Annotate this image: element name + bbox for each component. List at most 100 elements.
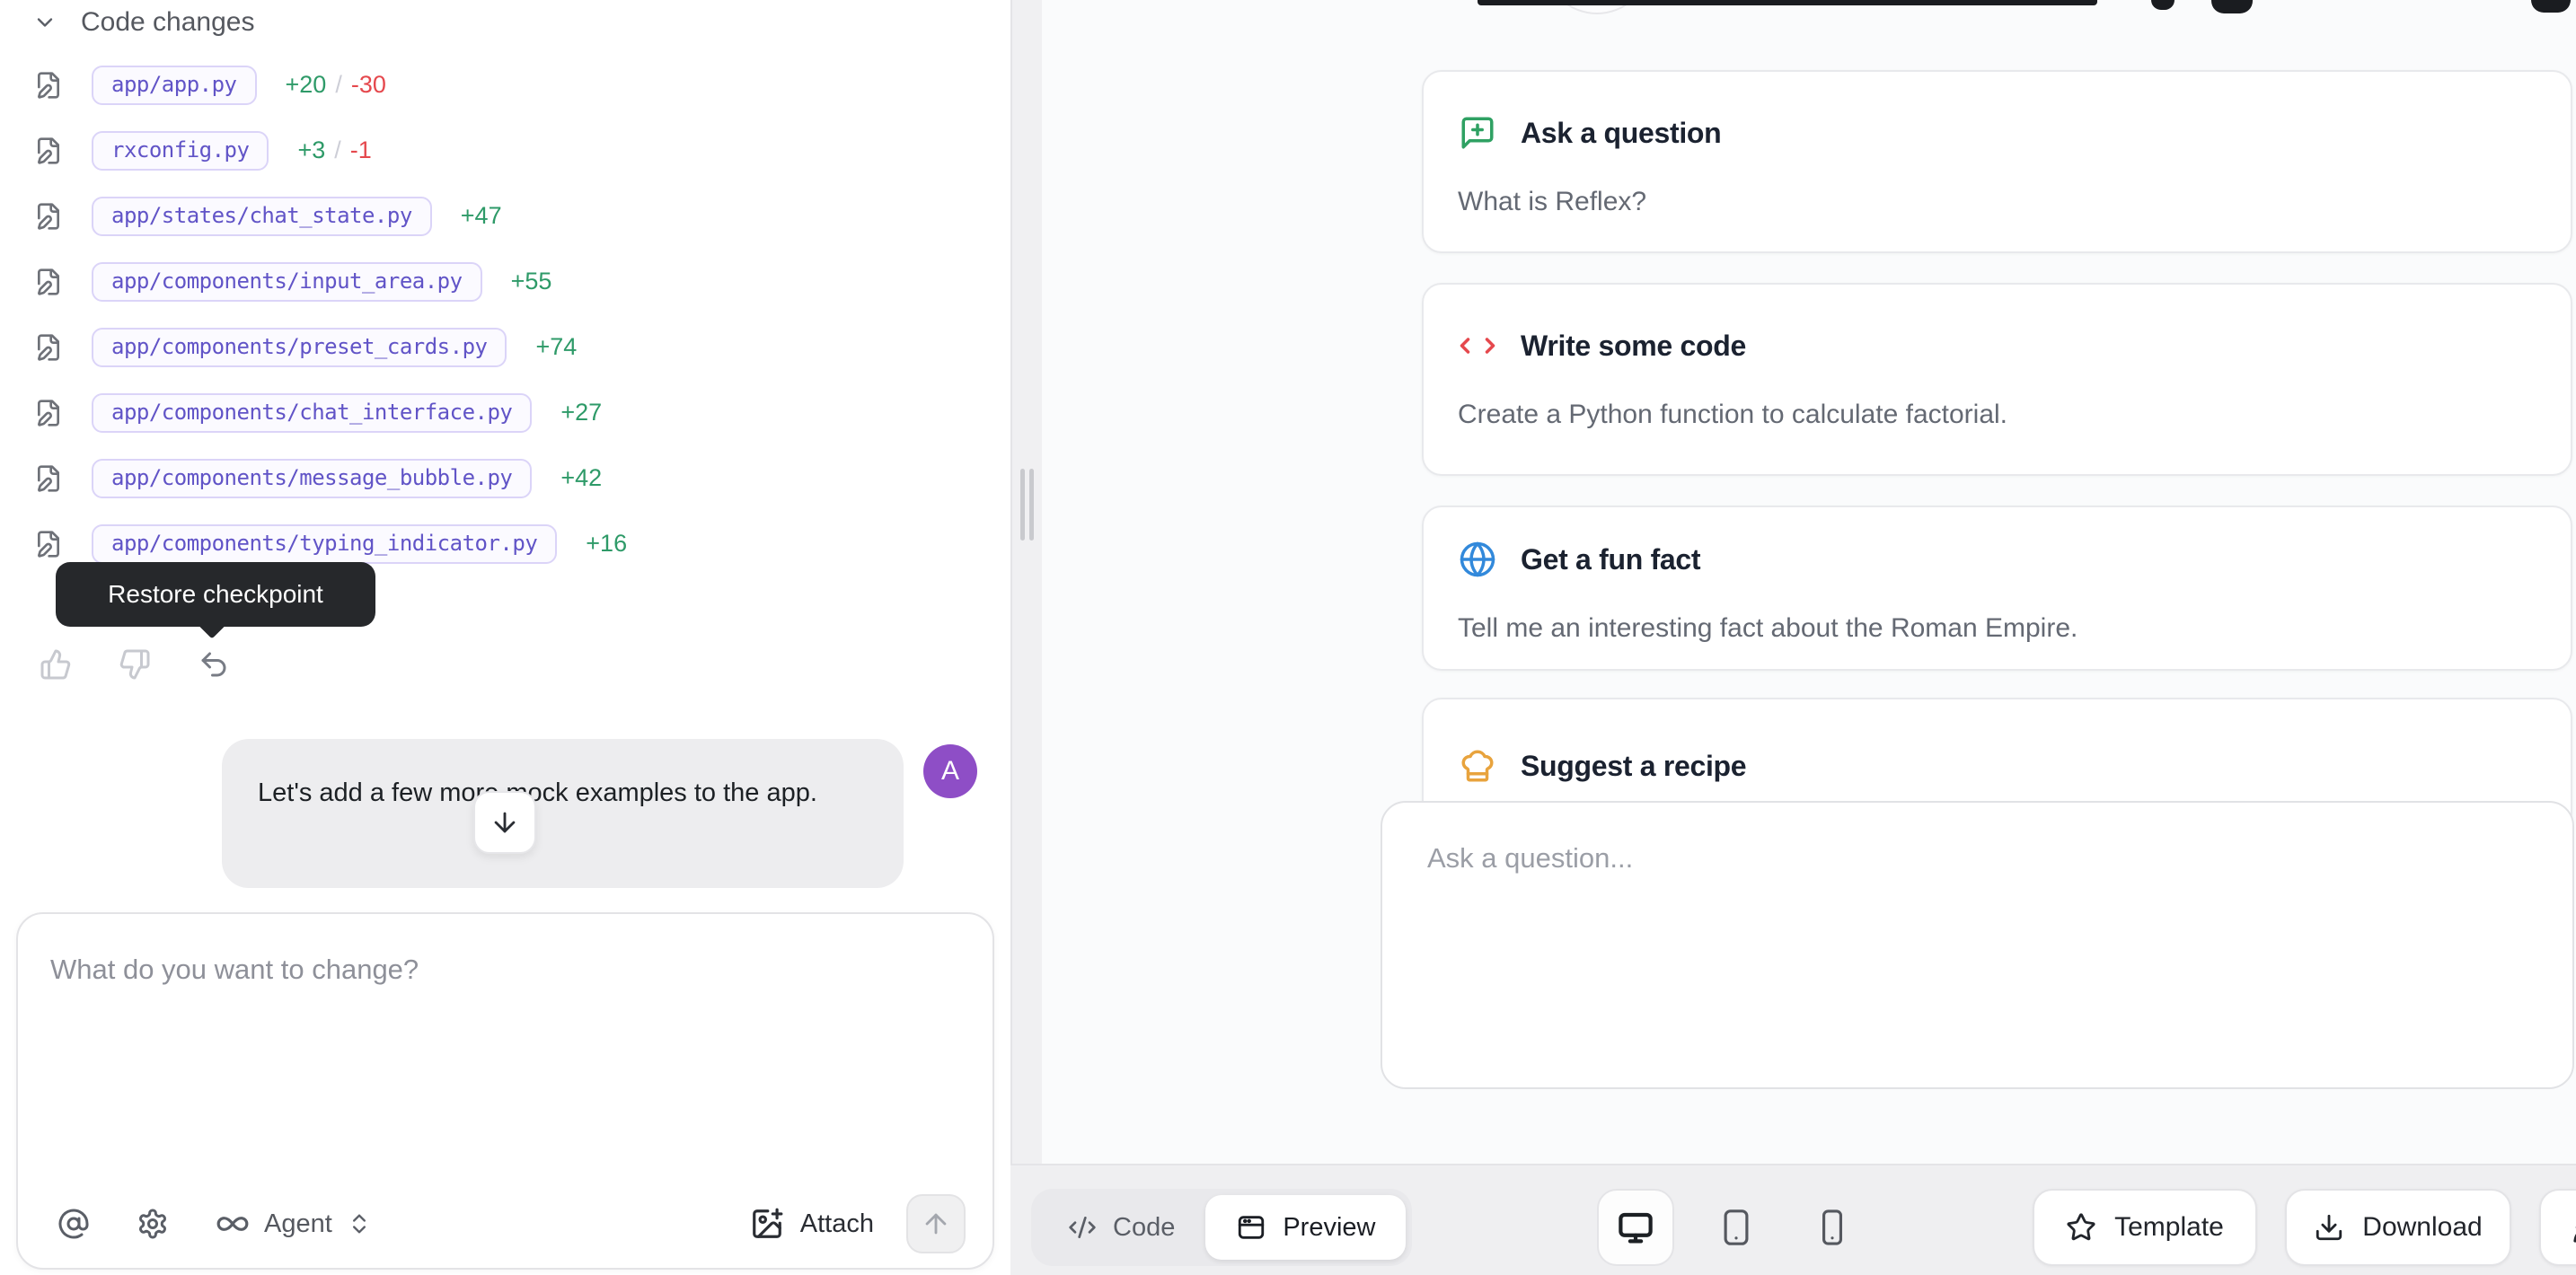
code-icon (1458, 326, 1497, 365)
send-button[interactable] (906, 1194, 966, 1253)
clipped-heading-remnant (1478, 0, 2097, 5)
file-chip-label[interactable]: app/app.py (92, 66, 257, 105)
diff-added: +27 (560, 399, 602, 426)
diff-stats: +74 (535, 333, 577, 361)
chevron-down-icon (32, 10, 57, 35)
file-pen-icon (34, 268, 63, 296)
diff-stats: +27 (560, 399, 602, 426)
card-title: Get a fun fact (1521, 543, 1700, 576)
scroll-to-bottom-button[interactable] (473, 791, 536, 854)
diff-separator: / (334, 136, 341, 164)
attach-button[interactable]: Attach (745, 1206, 879, 1242)
file-row[interactable]: app/components/preset_cards.py +74 (0, 314, 1010, 380)
diff-stats: +3 / -1 (297, 136, 371, 164)
diff-added: +3 (297, 136, 325, 164)
card-title: Ask a question (1521, 117, 1721, 150)
file-chip-label[interactable]: app/states/chat_state.py (92, 197, 432, 236)
file-row[interactable]: app/components/chat_interface.py +27 (0, 380, 1010, 445)
deploy-button-partial[interactable] (2539, 1189, 2576, 1266)
code-preview-toggle: Code Preview (1031, 1189, 1412, 1266)
file-chip-label[interactable]: app/components/preset_cards.py (92, 328, 507, 367)
file-chip-label[interactable]: app/components/input_area.py (92, 262, 482, 302)
composer-placeholder[interactable]: What do you want to change? (50, 954, 419, 986)
tab-code-label: Code (1113, 1213, 1175, 1243)
diff-removed: -1 (350, 136, 372, 164)
diff-added: +42 (560, 464, 602, 492)
card-title: Write some code (1521, 330, 1746, 363)
attach-button-label: Attach (800, 1209, 874, 1239)
code-changes-header[interactable]: Code changes (32, 7, 254, 38)
diff-removed: -30 (351, 71, 386, 99)
panel-resize-divider[interactable] (1010, 0, 1042, 1164)
preview-toolbar: Code Preview Template Download (1010, 1164, 2576, 1275)
diff-stats: +20 / -30 (286, 71, 386, 99)
restore-checkpoint-button[interactable] (198, 648, 230, 681)
app-window-icon (1236, 1212, 1266, 1243)
diff-added: +55 (511, 268, 552, 295)
diff-added: +16 (586, 530, 627, 558)
resize-handle-bar[interactable] (1020, 469, 1025, 541)
diff-added: +20 (286, 71, 327, 99)
resize-handle-bar[interactable] (1029, 469, 1034, 541)
file-pen-icon (34, 530, 63, 558)
mention-button[interactable] (57, 1208, 90, 1240)
tab-code[interactable]: Code (1037, 1195, 1205, 1260)
settings-gear-button[interactable] (137, 1208, 169, 1240)
agent-selector[interactable]: Agent (216, 1207, 372, 1241)
device-tablet-button[interactable] (1698, 1189, 1775, 1266)
user-message-bubble: Let's add a few more mock examples to th… (222, 739, 904, 888)
download-icon (2314, 1212, 2344, 1243)
clipped-heading-remnant (2531, 0, 2571, 13)
preview-chat-input[interactable]: Ask a question... (1381, 801, 2574, 1089)
preset-card-write-code[interactable]: Write some code Create a Python function… (1422, 283, 2572, 476)
file-chip-label[interactable]: app/components/chat_interface.py (92, 393, 532, 433)
file-chip-label[interactable]: app/components/message_bubble.py (92, 459, 532, 498)
code-changes-list: app/app.py +20 / -30 rxconfig.py +3 / -1 (0, 52, 1010, 576)
preview-input-placeholder[interactable]: Ask a question... (1427, 842, 1633, 875)
device-desktop-button[interactable] (1597, 1189, 1674, 1266)
file-pen-icon (34, 399, 63, 427)
preset-card-ask-question[interactable]: Ask a question What is Reflex? (1422, 70, 2572, 253)
file-pen-icon (34, 333, 63, 362)
diff-added: +74 (535, 333, 577, 361)
diff-stats: +16 (586, 530, 627, 558)
tablet-icon (1719, 1207, 1753, 1248)
monitor-icon (1617, 1209, 1654, 1246)
file-chip-label[interactable]: app/components/typing_indicator.py (92, 524, 557, 564)
clipped-heading-remnant (2211, 0, 2253, 13)
tab-preview[interactable]: Preview (1205, 1195, 1406, 1260)
agent-selector-label: Agent (264, 1209, 332, 1239)
template-button[interactable]: Template (2033, 1189, 2257, 1266)
infinity-icon (216, 1207, 250, 1241)
preset-card-fun-fact[interactable]: Get a fun fact Tell me an interesting fa… (1422, 506, 2572, 671)
app-preview-panel: Ask a question What is Reflex? Write som… (1042, 0, 2576, 1164)
diff-stats: +55 (511, 268, 552, 295)
card-subtitle: Create a Python function to calculate fa… (1458, 400, 2536, 430)
clipped-heading-remnant (2151, 0, 2175, 10)
file-row[interactable]: app/app.py +20 / -30 (0, 52, 1010, 118)
file-row[interactable]: app/components/input_area.py +55 (0, 249, 1010, 314)
file-chip-label[interactable]: rxconfig.py (92, 131, 269, 171)
card-subtitle: What is Reflex? (1458, 187, 2536, 217)
message-feedback-row (40, 648, 277, 681)
smartphone-icon (1819, 1208, 1846, 1247)
download-button[interactable]: Download (2285, 1189, 2511, 1266)
file-pen-icon (34, 136, 63, 165)
user-avatar: A (923, 744, 977, 798)
thumbs-up-button[interactable] (40, 648, 72, 681)
thumbs-down-button[interactable] (119, 648, 151, 681)
globe-icon (1458, 540, 1497, 579)
chef-hat-icon (1458, 746, 1497, 786)
device-phone-button[interactable] (1794, 1189, 1871, 1266)
file-row[interactable]: app/states/chat_state.py +47 (0, 183, 1010, 249)
file-row[interactable]: app/components/message_bubble.py +42 (0, 445, 1010, 511)
composer[interactable]: What do you want to change? Agent (16, 912, 994, 1270)
file-row[interactable]: rxconfig.py +3 / -1 (0, 118, 1010, 183)
star-icon (2066, 1212, 2096, 1243)
file-pen-icon (34, 464, 63, 493)
message-square-plus-icon (1458, 113, 1497, 153)
card-subtitle: Tell me an interesting fact about the Ro… (1458, 613, 2536, 644)
image-plus-icon (750, 1207, 784, 1241)
diff-stats: +47 (461, 202, 502, 230)
restore-checkpoint-tooltip: Restore checkpoint (56, 562, 375, 627)
